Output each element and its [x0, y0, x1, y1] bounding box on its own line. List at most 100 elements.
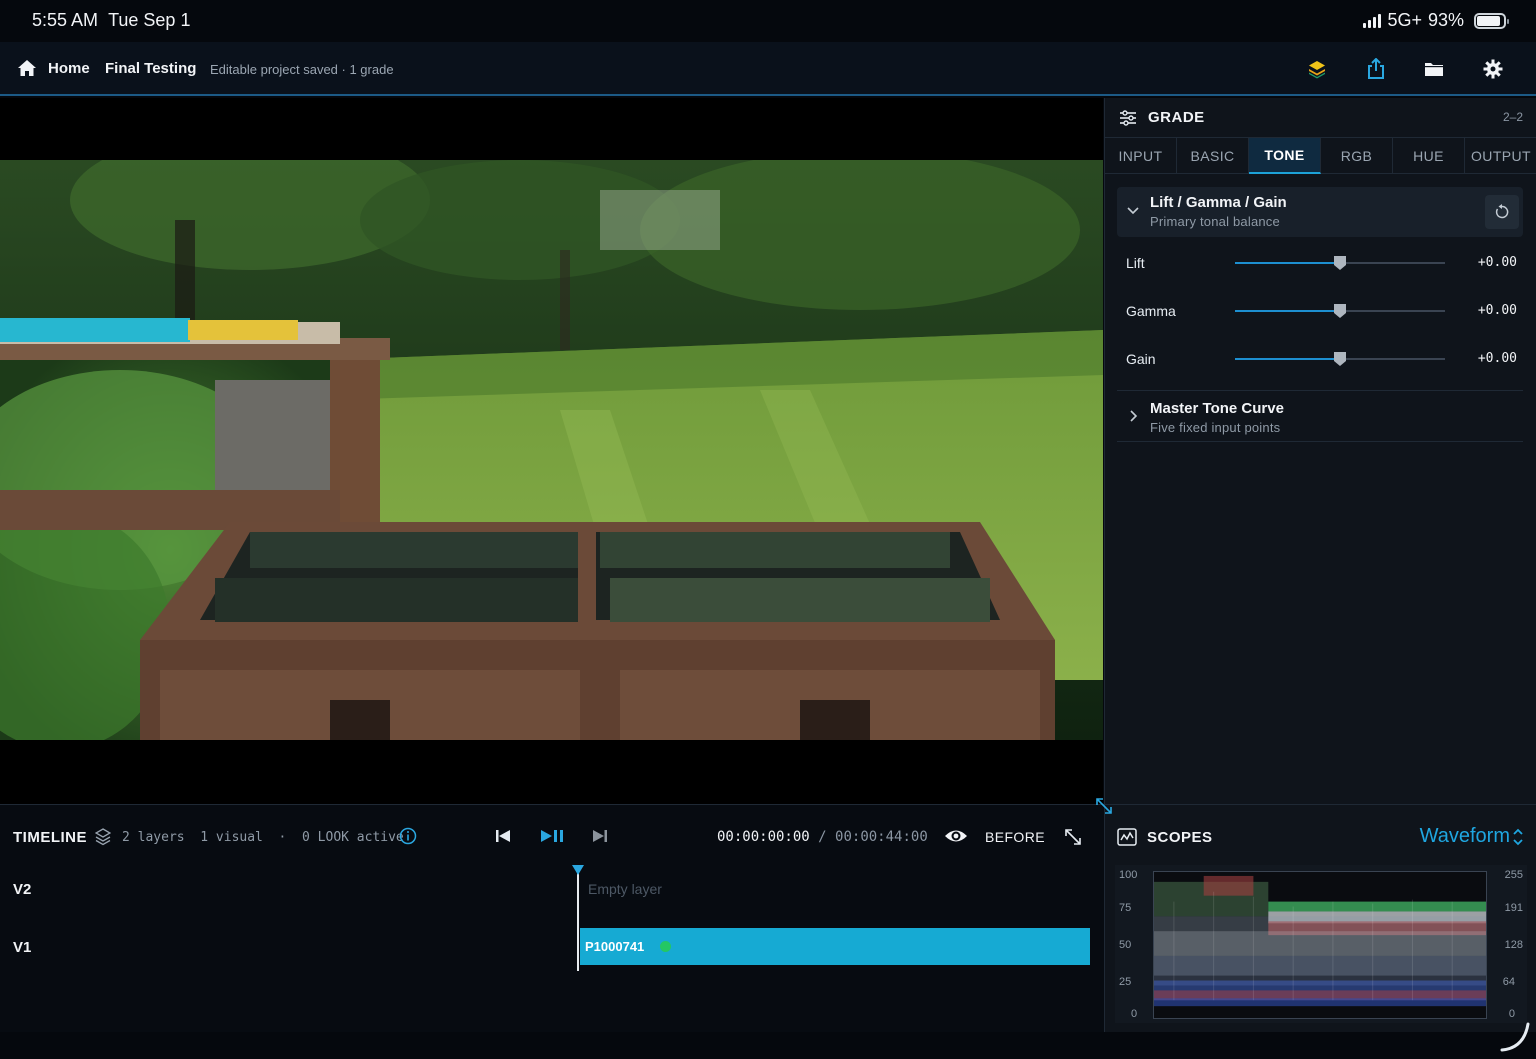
gain-slider-row: Gain +0.00: [1117, 344, 1523, 374]
section-subtitle: Five fixed input points: [1150, 420, 1281, 435]
scope-tick-right: 64: [1502, 976, 1515, 988]
home-icon[interactable]: [17, 58, 37, 78]
sliders-icon: [1120, 110, 1136, 126]
status-time: 5:55 AM Tue Sep 1: [32, 10, 191, 30]
clip-name: P1000741: [585, 939, 645, 954]
slider-thumb[interactable]: [1333, 255, 1347, 271]
waveform-icon: [1117, 828, 1137, 846]
eye-icon[interactable]: [944, 827, 968, 845]
grade-title: GRADE: [1148, 109, 1205, 126]
slider-label: Lift: [1126, 255, 1145, 271]
scope-tick-left: 100: [1119, 869, 1138, 881]
battery-icon: [1474, 12, 1509, 29]
timeline-panel: TIMELINE 2 layers 1 visual · 0 LOOK acti…: [0, 804, 1104, 1032]
layers-icon: [1309, 61, 1325, 79]
skip-forward-icon: [593, 830, 607, 842]
scope-tick-right: 0: [1508, 1008, 1515, 1020]
skip-back-icon: [496, 830, 510, 842]
grade-tabs: INPUT BASIC TONE RGB HUE OUTPUT: [1105, 137, 1536, 174]
scopes-panel: SCOPES Waveform 100 75 50 25 0 255 191 1…: [1104, 804, 1536, 1032]
slider-thumb[interactable]: [1333, 351, 1347, 367]
chevron-right-icon: [1130, 410, 1138, 422]
gamma-slider[interactable]: [1235, 304, 1445, 318]
video-viewer[interactable]: [0, 98, 1103, 804]
scope-tick-right: 255: [1504, 869, 1523, 881]
waveform-display: [1153, 871, 1487, 1019]
slider-thumb[interactable]: [1333, 303, 1347, 319]
scope-tick-left: 50: [1119, 939, 1132, 951]
current-timecode: 00:00:00:00: [717, 829, 810, 845]
scope-tick-left: 75: [1119, 902, 1132, 914]
info-icon[interactable]: [399, 827, 417, 845]
master-tone-curve-section[interactable]: Master Tone Curve Five fixed input point…: [1117, 390, 1523, 442]
playhead[interactable]: [577, 865, 579, 971]
scopes-title: SCOPES: [1147, 829, 1213, 846]
before-toggle[interactable]: BEFORE: [985, 829, 1045, 845]
tab-rgb[interactable]: RGB: [1321, 138, 1393, 174]
layers-button[interactable]: [1305, 57, 1329, 81]
scope-tick-right: 128: [1504, 939, 1523, 951]
timecode-separator: /: [818, 829, 827, 845]
clip-status-dot: [660, 941, 671, 952]
duration-timecode: 00:00:44:00: [835, 829, 928, 845]
tab-tone[interactable]: TONE: [1249, 138, 1321, 174]
scope-tick-right: 191: [1504, 902, 1523, 914]
reset-icon: [1495, 204, 1509, 219]
gain-slider[interactable]: [1235, 352, 1445, 366]
tab-hue[interactable]: HUE: [1393, 138, 1465, 174]
tab-input[interactable]: INPUT: [1105, 138, 1177, 174]
lift-slider[interactable]: [1235, 256, 1445, 270]
grade-panel: GRADE 2–2 INPUT BASIC TONE RGB HUE OUTPU…: [1104, 98, 1536, 804]
folder-icon: [1425, 63, 1443, 76]
timeline-info: 2 layers 1 visual · 0 LOOK active: [122, 830, 404, 845]
reset-button[interactable]: [1485, 195, 1519, 229]
play-pause-button[interactable]: [538, 826, 566, 846]
share-button[interactable]: [1364, 57, 1388, 81]
skip-back-button[interactable]: [491, 826, 515, 846]
chevron-down-icon: [1127, 207, 1139, 215]
scope-tick-left: 0: [1131, 1008, 1138, 1020]
timeline-clip[interactable]: P1000741: [580, 928, 1090, 965]
track-label-v1: V1: [13, 939, 32, 956]
project-title[interactable]: Final Testing: [105, 60, 196, 77]
share-icon: [1368, 58, 1384, 79]
lift-slider-row: Lift +0.00: [1117, 248, 1523, 278]
tab-basic[interactable]: BASIC: [1177, 138, 1249, 174]
section-title: Master Tone Curve: [1150, 400, 1284, 417]
slider-value: +0.00: [1477, 351, 1517, 366]
playhead-handle[interactable]: [572, 865, 584, 875]
slider-value: +0.00: [1477, 255, 1517, 270]
section-subtitle: Primary tonal balance: [1150, 214, 1280, 229]
skip-forward-button[interactable]: [588, 826, 612, 846]
home-link[interactable]: Home: [48, 60, 90, 77]
timeline-title: TIMELINE: [13, 829, 87, 846]
section-title: Lift / Gamma / Gain: [1150, 194, 1287, 211]
bottom-strip: [0, 1032, 1536, 1059]
resize-corner-icon[interactable]: [1498, 1020, 1532, 1054]
nav-bar: Home Final Testing Editable project save…: [0, 42, 1536, 96]
layers-icon: [95, 828, 111, 846]
chevron-updown-icon[interactable]: [1512, 827, 1524, 847]
settings-button[interactable]: [1481, 57, 1505, 81]
slider-value: +0.00: [1477, 303, 1517, 318]
resize-handle-icon[interactable]: [1094, 796, 1114, 816]
network-label: 5G+: [1387, 10, 1422, 30]
battery-label: 93%: [1427, 10, 1464, 30]
expand-icon[interactable]: [1063, 827, 1083, 847]
waveform-scope: 100 75 50 25 0 255 191 128 64 0: [1115, 865, 1527, 1023]
tab-output[interactable]: OUTPUT: [1465, 138, 1536, 174]
track-label-v2: V2: [13, 881, 32, 898]
signal-icon: [1363, 13, 1382, 28]
empty-layer-placeholder[interactable]: Empty layer: [588, 881, 662, 897]
lift-gamma-gain-section[interactable]: Lift / Gamma / Gain Primary tonal balanc…: [1117, 187, 1523, 237]
folder-button[interactable]: [1422, 57, 1446, 81]
save-status: Editable project saved · 1 grade: [210, 62, 394, 77]
slider-label: Gamma: [1126, 303, 1176, 319]
grade-range: 2–2: [1502, 110, 1523, 124]
scope-mode-select[interactable]: Waveform: [1420, 825, 1510, 848]
status-bar: 5:55 AM Tue Sep 1 5G+ 93%: [0, 0, 1536, 42]
slider-label: Gain: [1126, 351, 1156, 367]
status-indicators: 5G+ 93%: [1363, 10, 1509, 31]
scope-tick-left: 25: [1119, 976, 1132, 988]
video-frame: [0, 160, 1103, 740]
